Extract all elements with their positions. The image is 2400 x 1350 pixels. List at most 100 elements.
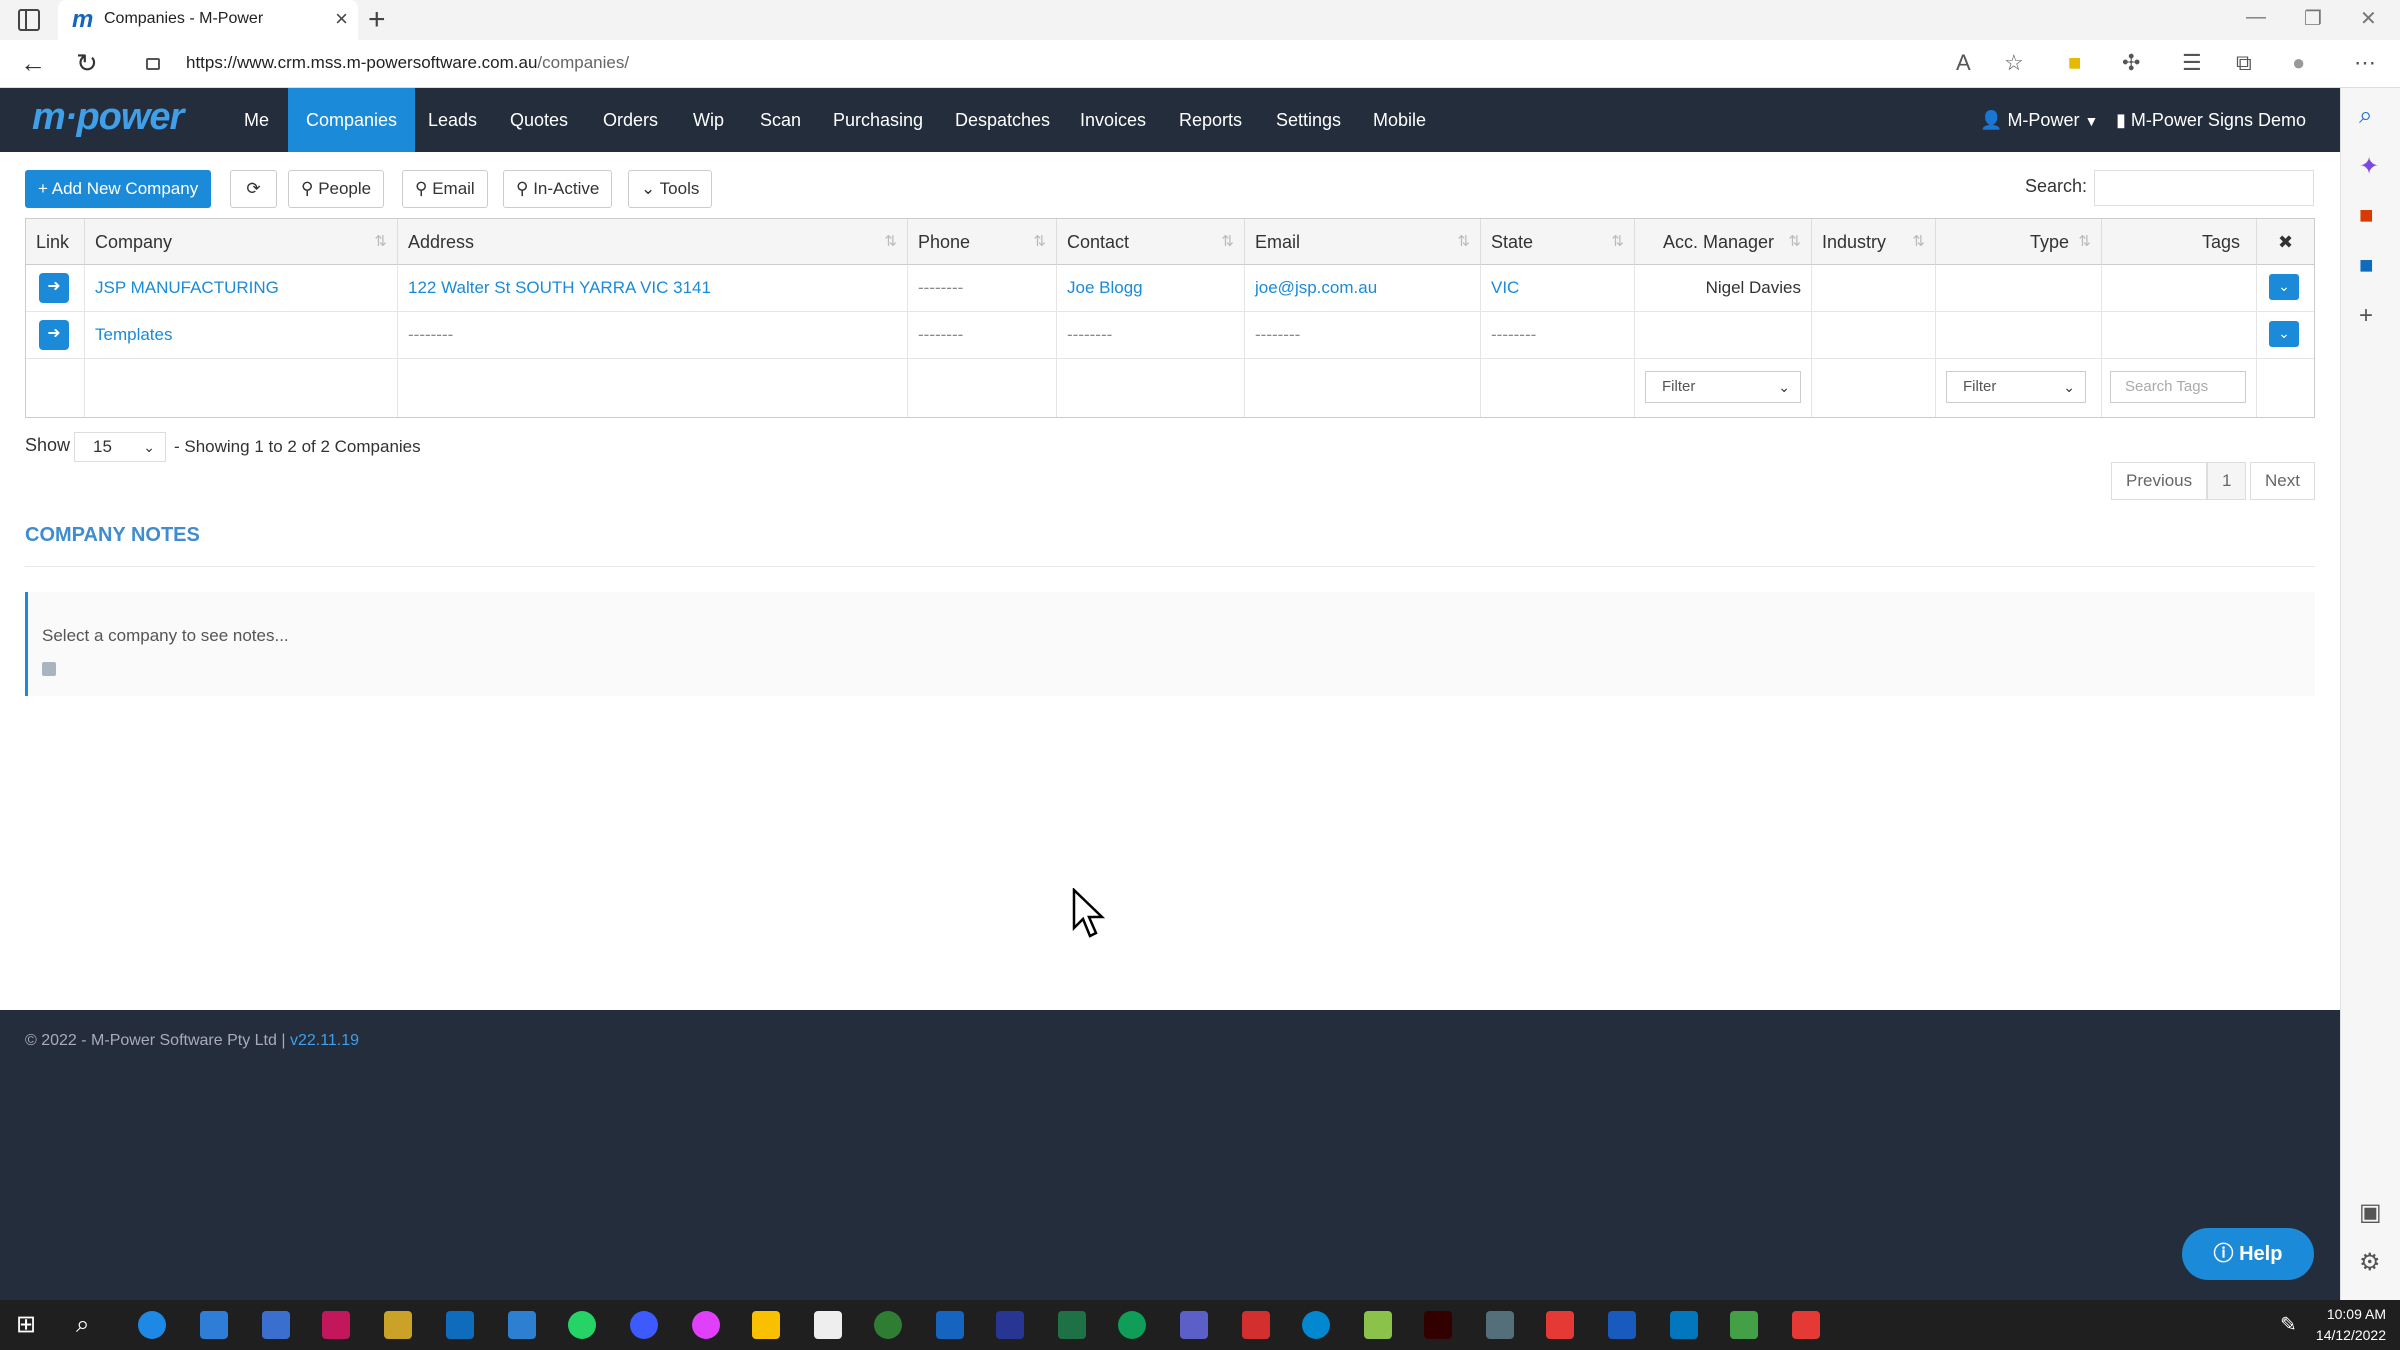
search-icon[interactable]: ⌕ [2359,102,2372,130]
nav-quotes[interactable]: Quotes [492,88,586,152]
extensions-icon[interactable]: ✣ [2122,50,2140,76]
restore-icon[interactable]: ❐ [2304,6,2322,31]
mail-icon[interactable] [508,1311,536,1339]
copilot-icon[interactable]: ✦ [2359,152,2379,181]
tab-close-icon[interactable]: × [335,6,348,32]
pen-icon[interactable]: ✎ [2280,1311,2308,1339]
zoho-icon[interactable] [814,1311,842,1339]
edge-icon[interactable] [138,1311,166,1339]
refresh-button[interactable]: ⟳ [230,170,277,208]
company-cell[interactable]: Templates [85,312,398,359]
app-icon[interactable] [1546,1311,1574,1339]
more-icon[interactable]: ⋯ [2354,50,2376,76]
col-industry[interactable]: Industry ⇅ [1812,219,1936,265]
chevron-down-icon[interactable]: ⌄ [2269,321,2299,347]
page-size-select[interactable]: 15 ⌄ [74,432,166,462]
arrow-right-circle-icon[interactable]: ➜ [39,320,69,350]
email-cell[interactable]: joe@jsp.com.au [1245,265,1481,312]
access-icon[interactable] [322,1311,350,1339]
refresh-icon[interactable]: ↻ [76,48,98,79]
excel-icon[interactable] [1058,1311,1086,1339]
app-icon[interactable] [936,1311,964,1339]
collections-icon[interactable]: ⧉ [2236,50,2252,76]
company-cell[interactable]: JSP MANUFACTURING [85,265,398,312]
contact-cell[interactable]: Joe Blogg [1057,265,1245,312]
tools-button[interactable]: ⌄ Tools [628,170,713,208]
profile-icon[interactable]: ● [2292,50,2305,76]
nav-settings[interactable]: Settings [1258,88,1359,152]
browser-tab[interactable]: m Companies - M-Power × [58,0,358,40]
page-1-button[interactable]: 1 [2207,462,2247,500]
version-link[interactable]: v22.11.19 [290,1032,359,1049]
illustrator-icon[interactable] [1424,1311,1452,1339]
add-icon[interactable]: + [2359,302,2373,330]
whatsapp-icon[interactable] [568,1311,596,1339]
app-icon[interactable] [874,1311,902,1339]
store-icon[interactable] [200,1311,228,1339]
email-button[interactable]: ⚲ Email [402,170,488,208]
help-button[interactable]: ⓘ Help [2182,1228,2314,1280]
col-type[interactable]: Type ⇅ [1936,219,2102,265]
tab-actions-icon[interactable] [18,9,40,31]
col-address[interactable]: Address ⇅ [398,219,908,265]
back-icon[interactable]: ← [20,48,46,79]
company-menu[interactable]: ▮ M-Power Signs Demo [2116,88,2306,152]
nav-companies[interactable]: Companies [288,88,416,152]
edge-icon[interactable] [1118,1311,1146,1339]
col-phone[interactable]: Phone ⇅ [908,219,1057,265]
office-icon[interactable]: ■ [2359,202,2374,230]
new-tab-icon[interactable]: + [368,3,386,37]
nav-invoices[interactable]: Invoices [1062,88,1164,152]
app-icon[interactable] [262,1311,290,1339]
nav-reports[interactable]: Reports [1161,88,1260,152]
col-email[interactable]: Email ⇅ [1245,219,1481,265]
nav-leads[interactable]: Leads [410,88,495,152]
acrobat-icon[interactable] [1242,1311,1270,1339]
previous-page-button[interactable]: Previous [2111,462,2208,500]
read-aloud-icon[interactable]: A [1956,50,1971,76]
photos-icon[interactable] [1670,1311,1698,1339]
gear-icon[interactable]: ⚙ [2359,1248,2381,1277]
user-menu[interactable]: 👤 M-Power ▼ [1980,88,2098,152]
app-icon[interactable] [1364,1311,1392,1339]
address-cell[interactable]: 122 Walter St SOUTH YARRA VIC 3141 [398,265,908,312]
mpower-logo[interactable]: m·power [32,96,184,139]
save-icon[interactable] [996,1311,1024,1339]
app-icon[interactable] [1792,1311,1820,1339]
edge-icon[interactable] [1302,1311,1330,1339]
chevron-down-icon[interactable]: ⌄ [2269,274,2299,300]
lock-icon[interactable] [146,58,160,70]
col-acc-manager[interactable]: Acc. Manager ⇅ [1635,219,1812,265]
nav-me[interactable]: Me [226,88,287,152]
nav-mobile[interactable]: Mobile [1355,88,1444,152]
url-field[interactable]: https://www.crm.mss.m-powersoftware.com.… [186,53,629,73]
word-icon[interactable] [1608,1311,1636,1339]
app-icon[interactable] [1730,1311,1758,1339]
chat-icon[interactable] [630,1311,658,1339]
teams-icon[interactable] [1180,1311,1208,1339]
extension-icon[interactable]: ■ [2068,50,2081,76]
favorite-add-icon[interactable]: ☆ [2004,50,2024,76]
calculator-icon[interactable] [1486,1311,1514,1339]
outlook-icon[interactable] [446,1311,474,1339]
col-company[interactable]: Company ⇅ [85,219,398,265]
clock[interactable]: 10:09 AM 14/12/2022 [2316,1304,2386,1346]
nav-wip[interactable]: Wip [675,88,742,152]
col-state[interactable]: State ⇅ [1481,219,1635,265]
col-contact[interactable]: Contact ⇅ [1057,219,1245,265]
outlook-icon[interactable]: ■ [2359,252,2374,280]
add-new-company-button[interactable]: + Add New Company [25,170,212,208]
app-icon[interactable] [384,1311,412,1339]
arrow-right-circle-icon[interactable]: ➜ [39,273,69,303]
sidebar-hide-icon[interactable]: ▣ [2359,1198,2382,1227]
next-page-button[interactable]: Next [2250,462,2315,500]
file-explorer-icon[interactable] [752,1311,780,1339]
windows-start-icon[interactable]: ⊞ [16,1311,44,1339]
nav-orders[interactable]: Orders [585,88,676,152]
nav-scan[interactable]: Scan [742,88,819,152]
nav-purchasing[interactable]: Purchasing [815,88,941,152]
search-tags-input[interactable]: Search Tags [2110,371,2246,403]
search-input[interactable] [2094,170,2314,206]
inactive-button[interactable]: ⚲ In-Active [503,170,613,208]
nav-despatches[interactable]: Despatches [937,88,1068,152]
